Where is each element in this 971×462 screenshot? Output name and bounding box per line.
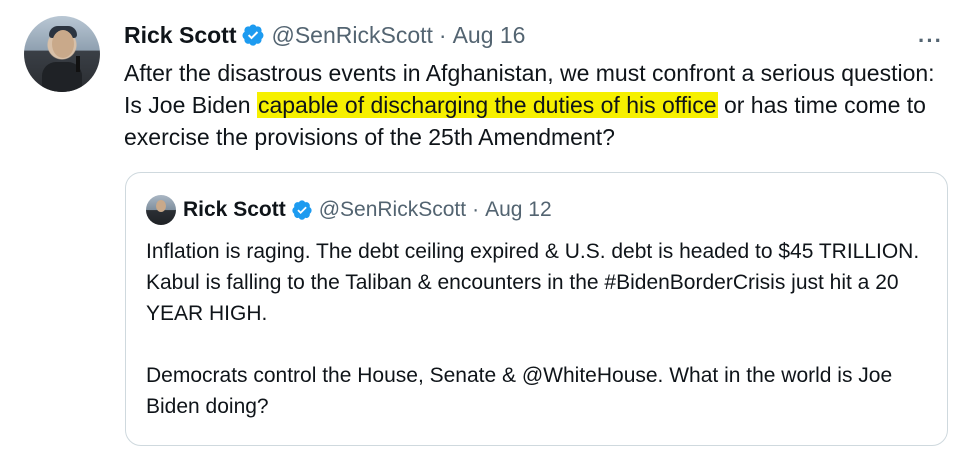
quoted-tweet-text: Inflation is raging. The debt ceiling ex… xyxy=(146,236,936,422)
quoted-author-handle: @SenRickScott xyxy=(318,198,467,221)
quoted-verified-badge-icon xyxy=(292,200,312,220)
tweet-text: After the disastrous events in Afghanist… xyxy=(124,57,944,153)
author-avatar[interactable] xyxy=(24,16,100,92)
quoted-tweet[interactable]: Rick Scott @SenRickScott · Aug 12 Inflat… xyxy=(125,172,948,446)
quoted-author-avatar xyxy=(146,195,176,225)
tweet-card[interactable]: Rick Scott @SenRickScott · Aug 16 ··· Af… xyxy=(0,0,971,462)
quoted-header-separator: · xyxy=(472,198,480,221)
quoted-avatar-head xyxy=(156,200,166,212)
quoted-tweet-paragraph-2: Democrats control the House, Senate & @W… xyxy=(146,364,893,418)
tweet-date[interactable]: Aug 16 xyxy=(453,22,526,49)
avatar-figure-head xyxy=(52,30,74,58)
more-options-icon[interactable]: ··· xyxy=(918,28,943,54)
verified-badge-icon xyxy=(242,24,264,46)
header-separator: · xyxy=(438,21,447,48)
avatar-microphone xyxy=(76,56,80,72)
quoted-tweet-paragraph-gap xyxy=(146,329,936,360)
quoted-tweet-header: Rick Scott @SenRickScott · Aug 12 xyxy=(146,195,552,225)
author-name[interactable]: Rick Scott xyxy=(124,22,236,49)
quoted-tweet-date: Aug 12 xyxy=(485,198,552,221)
author-handle[interactable]: @SenRickScott xyxy=(271,22,432,49)
quoted-author-name: Rick Scott xyxy=(183,198,286,221)
tweet-text-highlight: capable of discharging the duties of his… xyxy=(256,92,718,118)
tweet-header: Rick Scott @SenRickScott · Aug 16 xyxy=(124,20,525,50)
quoted-tweet-paragraph-1: Inflation is raging. The debt ceiling ex… xyxy=(146,240,920,325)
